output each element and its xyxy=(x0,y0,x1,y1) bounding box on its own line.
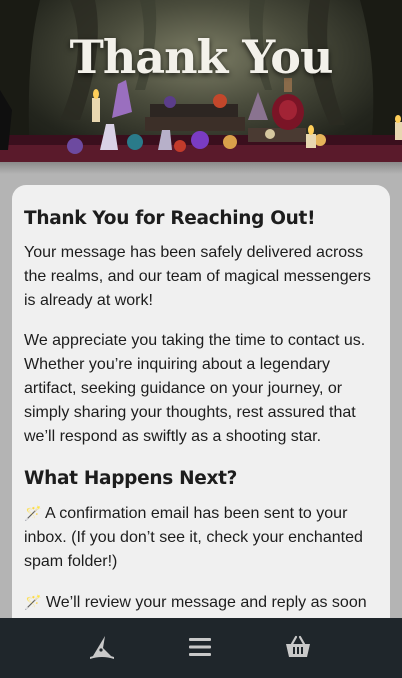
basket-icon xyxy=(286,635,310,657)
hero-banner: Thank You xyxy=(0,0,402,162)
magic-wand-icon: 🪄 xyxy=(24,594,42,610)
magic-wand-icon: 🪄 xyxy=(24,505,42,521)
bottom-navigation xyxy=(0,618,402,678)
card-paragraph-1: Your message has been safely delivered a… xyxy=(24,244,371,309)
next-step-item: 🪄 A confirmation email has been sent to … xyxy=(24,501,378,574)
card-paragraph-2: We appreciate you taking the time to con… xyxy=(24,332,366,445)
home-nav-button[interactable] xyxy=(87,632,117,662)
menu-nav-button[interactable] xyxy=(185,632,215,662)
thank-you-card: Thank You for Reaching Out! Your message… xyxy=(12,185,390,645)
hero-shadow xyxy=(0,162,402,174)
next-steps-heading: What Happens Next? xyxy=(24,468,238,489)
menu-icon xyxy=(189,638,211,656)
wizard-hat-icon xyxy=(90,636,114,659)
card-heading: Thank You for Reaching Out! xyxy=(24,208,316,229)
hero-title: Thank You xyxy=(69,30,334,84)
next-step-text: A confirmation email has been sent to yo… xyxy=(24,505,363,570)
cart-nav-button[interactable] xyxy=(283,632,313,662)
